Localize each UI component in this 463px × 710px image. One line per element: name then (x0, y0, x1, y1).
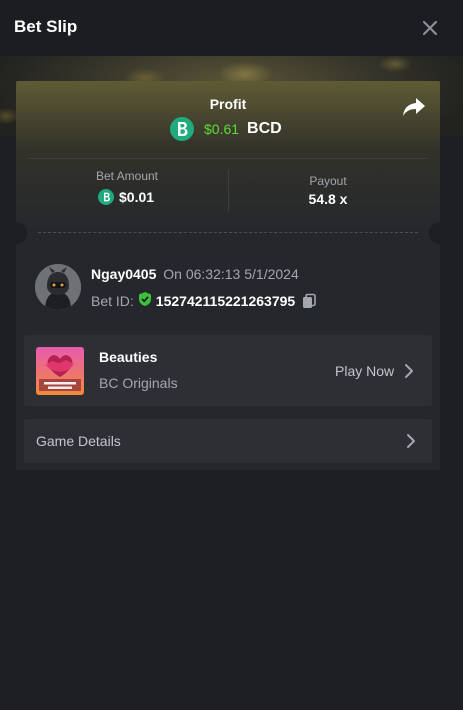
bcd-coin-icon (170, 117, 194, 141)
shield-check-icon (138, 291, 152, 310)
bet-timestamp: On 06:32:13 5/1/2024 (163, 266, 299, 282)
game-details-row[interactable]: Game Details (24, 419, 432, 463)
bet-id-value: 152742115221263795 (155, 292, 296, 309)
close-icon[interactable] (416, 14, 444, 42)
bet-slip-card: Profit $0.61 BCD Bet Amount $0.01 Payout… (16, 81, 440, 470)
profit-value: $0.61 (204, 121, 240, 137)
bet-id-label: Bet ID: (91, 292, 134, 309)
payout-value: 54.8 x (308, 191, 348, 207)
game-title: Beauties (99, 349, 158, 365)
bet-id-row: Bet ID: 152742115221263795 (91, 291, 317, 310)
bcd-coin-icon (98, 189, 114, 205)
vertical-divider (228, 170, 229, 211)
chevron-right-icon (406, 433, 416, 449)
profit-row: $0.61 BCD (170, 117, 282, 141)
profit-currency: BCD (247, 120, 282, 137)
game-thumbnail (36, 347, 84, 395)
avatar[interactable] (35, 264, 81, 310)
user-info: Ngay0405 On 06:32:13 5/1/2024 (91, 266, 299, 282)
profit-label: Profit (209, 96, 247, 112)
header-bar: Bet Slip (0, 0, 463, 56)
bet-amount-label: Bet Amount (95, 169, 159, 183)
play-now-button[interactable]: Play Now (335, 363, 394, 379)
dialog-title: Bet Slip (14, 17, 78, 36)
bet-amount-row: $0.01 (98, 189, 154, 205)
copy-icon[interactable] (301, 293, 317, 309)
ticket-notch-right (429, 222, 440, 244)
dashed-divider (38, 232, 418, 233)
chevron-right-icon (404, 363, 414, 379)
share-icon[interactable] (401, 96, 427, 118)
payout-label: Payout (309, 174, 347, 188)
username[interactable]: Ngay0405 (91, 266, 156, 282)
game-row[interactable]: Beauties BC Originals Play Now (24, 335, 432, 406)
game-details-label: Game Details (36, 433, 121, 449)
divider (28, 158, 428, 159)
bet-amount-value: $0.01 (119, 189, 155, 205)
game-provider: BC Originals (99, 375, 178, 391)
